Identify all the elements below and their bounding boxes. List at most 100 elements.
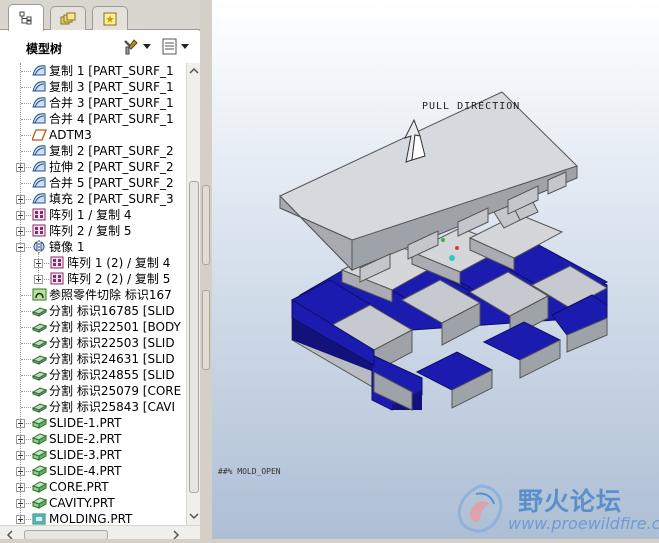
tree-connector xyxy=(26,199,31,200)
tree-item[interactable]: 参照零件切除 标识167 xyxy=(0,287,186,303)
tree-item[interactable]: 分割 标识24855 [SLID xyxy=(0,367,186,383)
tree-connector xyxy=(26,519,31,520)
part-icon xyxy=(32,449,47,461)
tree-item[interactable]: 分割 标识22503 [SLID xyxy=(0,335,186,351)
tree-item[interactable]: 复制 1 [PART_SURF_1 xyxy=(0,63,186,79)
show-menu-button[interactable] xyxy=(162,37,189,57)
surface-icon xyxy=(32,145,46,156)
tree-item[interactable]: 填充 2 [PART_SURF_3 xyxy=(0,191,186,207)
splitter-grip-top[interactable] xyxy=(202,185,210,265)
pattern-icon xyxy=(32,208,46,221)
tree-item[interactable]: 阵列 2 (2) / 复制 5 xyxy=(0,271,186,287)
tree-item-label: 分割 标识25843 [CAVI xyxy=(49,400,176,414)
tree-connector xyxy=(26,503,31,504)
watermark-url: www.proewildfire.cn xyxy=(508,514,659,533)
tools-icon xyxy=(124,39,138,55)
tree-connector xyxy=(21,295,31,296)
tree-item[interactable]: 分割 标识25079 [CORE xyxy=(0,383,186,399)
tree-connector xyxy=(26,471,31,472)
tree-connector xyxy=(21,103,31,104)
favorites-icon xyxy=(103,12,117,25)
tree-item[interactable]: 合并 5 [PART_SURF_2 xyxy=(0,175,186,191)
tree-item-label: MOLDING.PRT xyxy=(49,512,133,525)
tree-connector xyxy=(44,263,49,264)
pattern-icon xyxy=(50,272,64,285)
tree-item[interactable]: SLIDE-1.PRT xyxy=(0,415,186,431)
tree-item[interactable]: 阵列 1 (2) / 复制 4 xyxy=(0,255,186,271)
scroll-up-icon[interactable] xyxy=(188,65,200,77)
tree-item[interactable]: 分割 标识25843 [CAVI xyxy=(0,399,186,415)
tree-item-label: SLIDE-1.PRT xyxy=(49,416,122,430)
tree-connector xyxy=(21,407,31,408)
tree-item[interactable]: 分割 标识16785 [SLID xyxy=(0,303,186,319)
part-icon xyxy=(32,497,47,509)
tab-layers[interactable] xyxy=(50,6,86,30)
panel-tabs xyxy=(0,0,200,31)
tree-item-label: 复制 1 [PART_SURF_1 xyxy=(49,64,174,78)
model-tree: 复制 1 [PART_SURF_1 复制 3 [PART_SURF_1 合并 3 [… xyxy=(0,63,186,525)
tree-item[interactable]: 镜像 1 xyxy=(0,239,186,255)
tree-connector xyxy=(21,119,31,120)
tree-item[interactable]: MOLDING.PRT xyxy=(0,511,186,525)
tree-connector xyxy=(21,375,31,376)
tree-item-label: 分割 标识25079 [CORE xyxy=(49,384,182,398)
tree-item[interactable]: 阵列 1 / 复制 4 xyxy=(0,207,186,223)
tree-item-label: CAVITY.PRT xyxy=(49,496,115,510)
model-tree-icon xyxy=(19,11,32,25)
layers-icon xyxy=(60,12,76,24)
tree-item-label: 阵列 1 / 复制 4 xyxy=(49,208,132,222)
scroll-down-icon[interactable] xyxy=(188,510,200,522)
split-icon xyxy=(32,323,47,333)
tree-item[interactable]: SLIDE-3.PRT xyxy=(0,447,186,463)
model-tree-panel: 模型树 复制 1 [PART_SURF_1 复制 3 [PART_SURF_1 合并… xyxy=(0,0,200,543)
tree-item[interactable]: CAVITY.PRT xyxy=(0,495,186,511)
tree-item[interactable]: SLIDE-4.PRT xyxy=(0,463,186,479)
tree-item[interactable]: 合并 3 [PART_SURF_1 xyxy=(0,95,186,111)
panel-splitter[interactable] xyxy=(200,0,212,543)
tree-item[interactable]: 分割 标识22501 [BODY xyxy=(0,319,186,335)
chevron-down-icon xyxy=(143,44,151,49)
tree-item[interactable]: 分割 标识24631 [SLID xyxy=(0,351,186,367)
tree-connector xyxy=(21,151,31,152)
tree-connector xyxy=(21,183,31,184)
surface-icon xyxy=(32,113,46,124)
tree-item[interactable]: ADTM3 xyxy=(0,127,186,143)
pattern-icon xyxy=(32,224,46,237)
tree-item-label: SLIDE-2.PRT xyxy=(49,432,122,446)
tree-connector xyxy=(21,311,31,312)
tree-item[interactable]: 复制 3 [PART_SURF_1 xyxy=(0,79,186,95)
tree-item-label: 参照零件切除 标识167 xyxy=(49,288,172,302)
tree-guide-line xyxy=(20,63,21,519)
vertical-scroll-thumb[interactable] xyxy=(189,181,199,493)
part-icon xyxy=(32,433,47,445)
watermark: 野火论坛 www.proewildfire.cn xyxy=(448,478,659,543)
watermark-name: 野火论坛 xyxy=(518,487,623,516)
mold-open-3d-model xyxy=(279,91,609,411)
tab-model-tree[interactable] xyxy=(8,4,44,31)
graphics-viewport[interactable]: PULL DIRECTION ##% MOLD_OPEN 野火论坛 www.pr… xyxy=(212,0,659,543)
tree-item[interactable]: SLIDE-2.PRT xyxy=(0,431,186,447)
part-icon xyxy=(32,481,47,493)
tree-connector xyxy=(26,487,31,488)
surface-icon xyxy=(32,81,46,92)
split-icon xyxy=(32,403,47,413)
tree-item-label: 阵列 1 (2) / 复制 4 xyxy=(67,256,171,270)
tree-settings-button[interactable] xyxy=(122,37,151,57)
panel-header: 模型树 xyxy=(0,31,200,63)
surface-icon xyxy=(32,177,46,188)
tree-connector xyxy=(26,215,31,216)
view-name-label: ##% MOLD_OPEN xyxy=(218,467,281,476)
tree-item[interactable]: CORE.PRT xyxy=(0,479,186,495)
proewildfire-logo-icon xyxy=(457,484,503,533)
tree-item[interactable]: 阵列 2 / 复制 5 xyxy=(0,223,186,239)
tree-item-label: 合并 3 [PART_SURF_1 xyxy=(49,96,174,110)
tree-item[interactable]: 合并 4 [PART_SURF_1 xyxy=(0,111,186,127)
panel-title: 模型树 xyxy=(26,42,63,56)
splitter-grip-bottom[interactable] xyxy=(202,290,210,370)
tree-vertical-scrollbar[interactable] xyxy=(186,63,200,525)
tree-item-label: 合并 5 [PART_SURF_2 xyxy=(49,176,174,190)
tree-connector xyxy=(26,423,31,424)
tree-item[interactable]: 拉伸 2 [PART_SURF_2 xyxy=(0,159,186,175)
tree-item[interactable]: 复制 2 [PART_SURF_2 xyxy=(0,143,186,159)
tab-favorites[interactable] xyxy=(92,6,128,30)
